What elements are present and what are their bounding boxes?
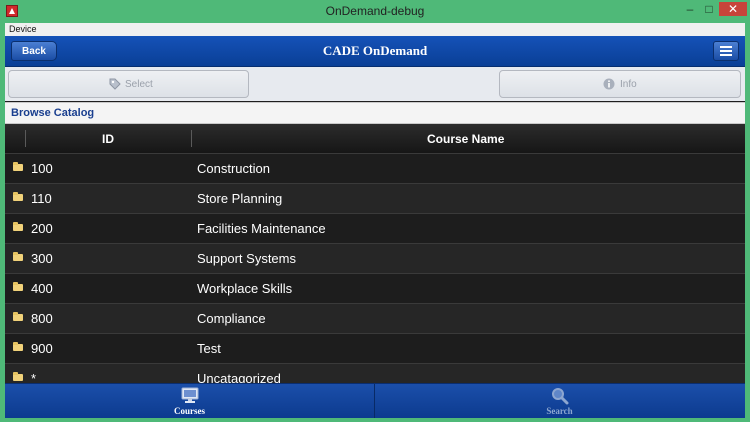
magnifier-icon (552, 388, 569, 405)
table-row[interactable]: 200 Facilities Maintenance (5, 213, 745, 243)
cell-id: 400 (31, 281, 53, 296)
table-row[interactable]: 300 Support Systems (5, 243, 745, 273)
cell-id: 110 (31, 191, 52, 206)
table-row[interactable]: 110 Store Planning (5, 183, 745, 213)
info-button[interactable]: Info (499, 70, 741, 98)
app-content: Back CADE OnDemand Select Info Browse Ca… (5, 36, 745, 418)
minimize-button[interactable]: – (681, 2, 699, 16)
monitor-icon (181, 387, 199, 403)
tab-search[interactable]: Search (375, 384, 744, 418)
cell-course-name: Facilities Maintenance (197, 221, 326, 236)
menu-bar: Device (5, 23, 745, 36)
tab-bar: Courses Search (5, 383, 745, 418)
tab-search-label: Search (546, 406, 573, 416)
cell-id: 300 (31, 251, 53, 266)
folder-icon (13, 252, 23, 261)
app-window: OnDemand-debug – □ ✕ Device Back CADE On… (0, 0, 750, 422)
cell-course-name: Support Systems (197, 251, 296, 266)
select-button[interactable]: Select (8, 70, 249, 98)
close-button[interactable]: ✕ (719, 2, 747, 16)
cell-course-name: Compliance (197, 311, 266, 326)
table-row[interactable]: 100 Construction (5, 153, 745, 183)
tab-courses-label: Courses (174, 406, 205, 416)
folder-icon (13, 192, 23, 201)
column-header-course-name[interactable]: Course Name (427, 132, 504, 146)
menu-button[interactable] (713, 41, 739, 61)
folder-icon (13, 282, 23, 291)
title-bar: OnDemand-debug – □ ✕ (0, 0, 750, 23)
folder-icon (13, 312, 23, 321)
cell-course-name: Construction (197, 161, 270, 176)
window-title: OnDemand-debug (325, 4, 425, 18)
cell-course-name: Test (197, 341, 221, 356)
cell-id: 800 (31, 311, 53, 326)
folder-icon (13, 162, 23, 171)
table-row[interactable]: 400 Workplace Skills (5, 273, 745, 303)
header-bar: Back CADE OnDemand (5, 36, 745, 67)
maximize-button[interactable]: □ (700, 2, 718, 16)
folder-icon (13, 222, 23, 231)
tab-courses[interactable]: Courses (5, 384, 375, 418)
section-title: Browse Catalog (11, 107, 95, 119)
cell-id: 100 (31, 161, 53, 176)
cell-course-name: Store Planning (197, 191, 283, 206)
info-icon (603, 78, 615, 90)
cell-id: 200 (31, 221, 53, 236)
menu-icon (720, 46, 732, 48)
folder-icon (13, 342, 23, 351)
toolbar: Select Info (5, 67, 745, 101)
table-row[interactable]: 800 Compliance (5, 303, 745, 333)
select-label: Select (125, 79, 153, 90)
menu-device[interactable]: Device (9, 24, 37, 34)
column-header-id[interactable]: ID (102, 132, 114, 146)
tag-icon (109, 78, 121, 90)
cell-course-name: Workplace Skills (197, 281, 293, 296)
info-label: Info (620, 79, 637, 90)
cell-id: 900 (31, 341, 53, 356)
table-row[interactable]: 900 Test (5, 333, 745, 363)
folder-icon (13, 372, 23, 381)
section-header: Browse Catalog (5, 102, 745, 124)
page-title: CADE OnDemand (322, 43, 428, 58)
table-header: ID Course Name (5, 124, 745, 154)
